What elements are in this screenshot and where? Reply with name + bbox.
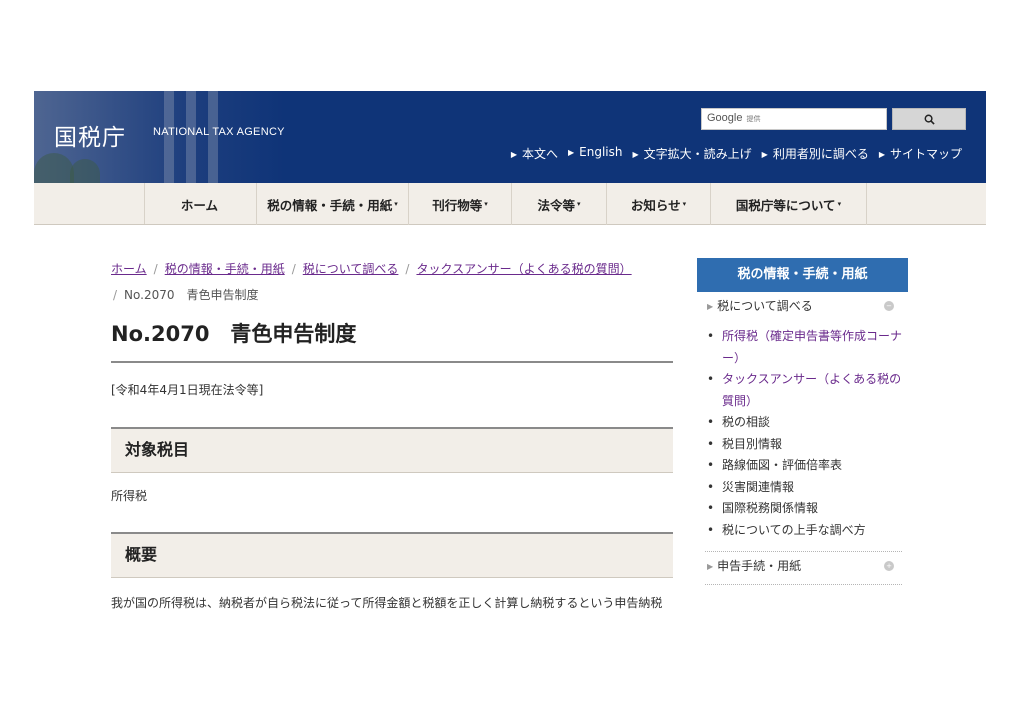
chevron-down-icon: ▾ — [484, 200, 488, 208]
breadcrumb-tax-answer[interactable]: タックスアンサー（よくある税の質問） — [416, 262, 631, 276]
chevron-down-icon: ▾ — [837, 200, 842, 208]
nav-laws[interactable]: 法令等 ▾ — [512, 183, 607, 225]
nav-about[interactable]: 国税庁等について ▾ — [711, 183, 867, 225]
chevron-down-icon: ▾ — [394, 200, 398, 208]
triangle-right-icon: ▶ — [878, 150, 885, 159]
google-brand: Google — [707, 112, 743, 124]
date-note: [令和4年4月1日現在法令等] — [111, 383, 264, 397]
sidebar-section-tax-research[interactable]: ▶ 税について調べる − — [697, 292, 908, 320]
search-provided-label: 提供 — [746, 116, 761, 123]
nav-tax-info[interactable]: 税の情報・手続・用紙 ▾ — [257, 183, 409, 225]
triangle-right-icon: ▶ — [510, 150, 517, 159]
sidebar: 税の情報・手続・用紙 ▶税について調べる − 所得税（確定申告書等作成コーナー）… — [697, 258, 908, 608]
breadcrumb-tax-research[interactable]: 税について調べる — [303, 262, 399, 276]
breadcrumb-current: No.2070 青色申告制度 — [124, 288, 259, 302]
site-header: 国税庁 NATIONAL TAX AGENCY Google 提供 ▶ 本文へ ▶ E… — [34, 91, 986, 183]
search-input[interactable]: Google 提供 — [701, 108, 887, 130]
sidebar-link-research-tips[interactable]: 税についての上手な調べ方 — [707, 520, 902, 542]
nav-news[interactable]: お知らせ ▾ — [607, 183, 711, 225]
utility-link-by-user[interactable]: ▶ 利用者別に調べる — [762, 145, 869, 162]
nav-home[interactable]: ホーム — [145, 183, 257, 225]
breadcrumb: ホーム / 税の情報・手続・用紙 / 税について調べる / タックスアンサー（よくある税の質… — [111, 262, 632, 302]
sidebar-link-consultation[interactable]: 税の相談 — [707, 412, 902, 434]
section-heading-overview: 概要 — [111, 532, 673, 578]
breadcrumb-tax-info[interactable]: 税の情報・手続・用紙 — [165, 262, 285, 276]
sidebar-link-tax-answer[interactable]: タックスアンサー（よくある税の質問） — [707, 369, 902, 412]
site-logo-subtitle: NATIONAL TAX AGENCY — [153, 126, 285, 138]
chevron-down-icon: ▾ — [577, 200, 581, 208]
sidebar-link-disaster[interactable]: 災害関連情報 — [707, 477, 902, 499]
triangle-right-icon: ▶ — [707, 562, 714, 571]
utility-links: ▶ 本文へ ▶ English ▶ 文字拡大・読み上げ ▶ 利用者別に調べる ▶ サイトマ… — [511, 145, 962, 162]
sidebar-link-international[interactable]: 国際税務関係情報 — [707, 498, 902, 520]
minus-circle-icon[interactable]: − — [884, 301, 894, 311]
section-heading-target-tax: 対象税目 — [111, 427, 673, 473]
utility-link-sitemap[interactable]: ▶ サイトマップ — [879, 145, 962, 162]
section-body-overview: 我が国の所得税は、納税者が自ら税法に従って所得金額と税額を正しく計算し納税すると… — [111, 596, 663, 610]
sidebar-link-route-price[interactable]: 路線価図・評価倍率表 — [707, 455, 902, 477]
utility-link-text-size[interactable]: ▶ 文字拡大・読み上げ — [632, 145, 751, 162]
utility-link-english[interactable]: ▶ English — [568, 145, 623, 162]
search-icon — [924, 114, 935, 125]
section-body-target-tax: 所得税 — [111, 489, 148, 503]
chevron-down-icon: ▾ — [682, 200, 687, 208]
breadcrumb-home[interactable]: ホーム — [111, 262, 147, 276]
plus-circle-icon[interactable]: + — [884, 561, 894, 571]
global-nav: ホーム 税の情報・手続・用紙 ▾ 刊行物等 ▾ 法令等 ▾ お知らせ ▾ 国税庁等につい… — [34, 183, 986, 225]
search-button[interactable] — [892, 108, 966, 130]
triangle-right-icon: ▶ — [707, 302, 714, 311]
sidebar-link-income-tax[interactable]: 所得税（確定申告書等作成コーナー） — [707, 326, 902, 369]
triangle-right-icon: ▶ — [761, 150, 768, 159]
utility-link-main-content[interactable]: ▶ 本文へ — [511, 145, 558, 162]
sidebar-section-filing[interactable]: ▶ 申告手続・用紙 + — [697, 552, 908, 580]
triangle-right-icon: ▶ — [567, 148, 575, 157]
page-title: No.2070 青色申告制度 — [111, 318, 673, 363]
divider — [705, 584, 902, 585]
sidebar-link-list: 所得税（確定申告書等作成コーナー） タックスアンサー（よくある税の質問） 税の相… — [697, 320, 908, 547]
sidebar-link-by-tax-type[interactable]: 税目別情報 — [707, 434, 902, 456]
nav-publications[interactable]: 刊行物等 ▾ — [409, 183, 512, 225]
sidebar-heading: 税の情報・手続・用紙 — [697, 258, 908, 292]
site-logo[interactable]: 国税庁 — [54, 118, 126, 152]
triangle-right-icon: ▶ — [632, 150, 639, 159]
